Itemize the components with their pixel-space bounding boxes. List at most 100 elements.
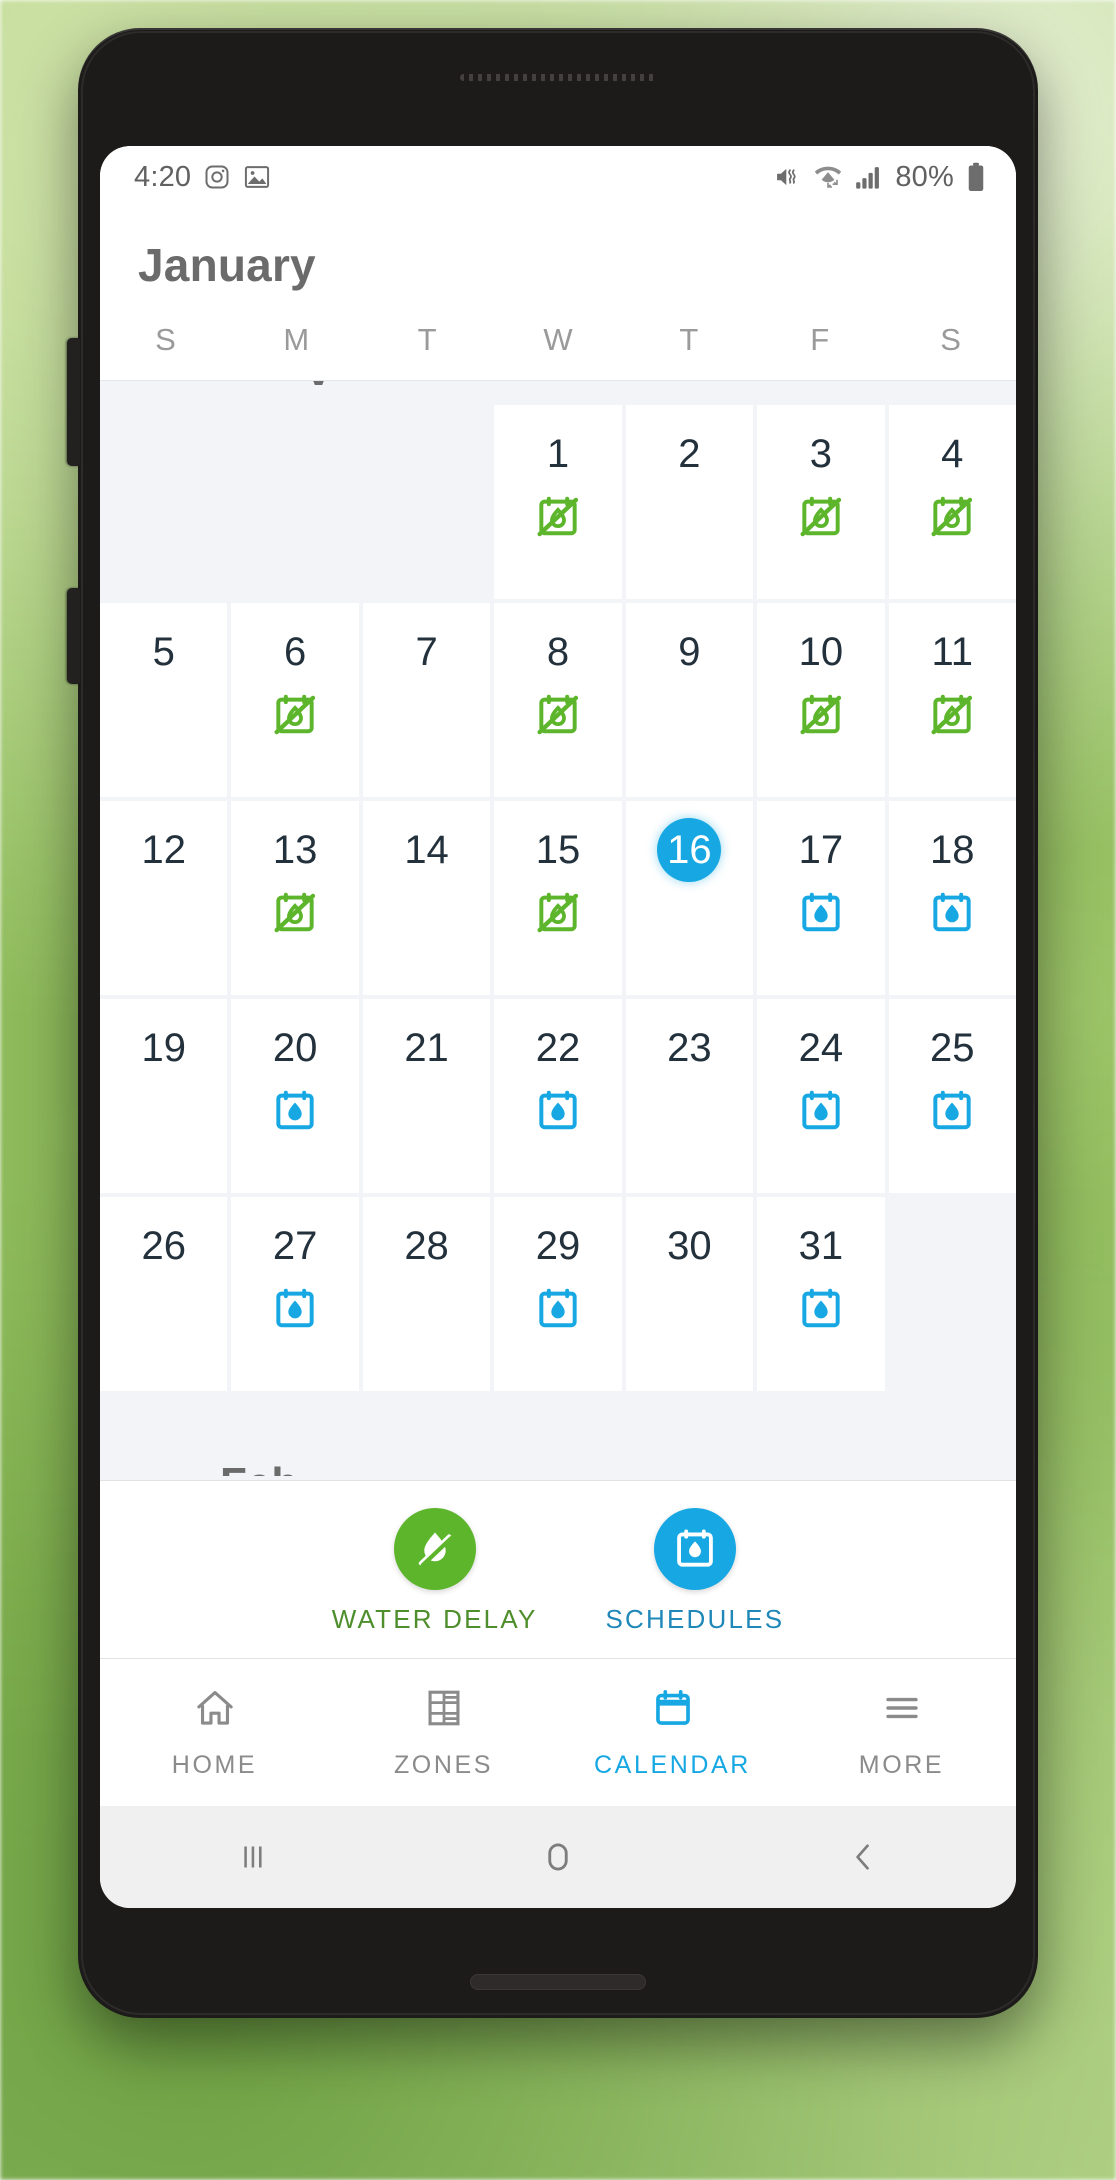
schedule-icon <box>270 1085 320 1137</box>
nav-item-calendar[interactable]: CALENDAR <box>558 1686 787 1780</box>
weekday-label-0: S <box>155 322 176 357</box>
volume-button[interactable] <box>67 338 80 466</box>
calendar-day-cell[interactable]: 26 <box>100 1197 228 1391</box>
battery-icon <box>966 162 986 192</box>
instagram-icon <box>203 163 231 191</box>
nav-item-home[interactable]: HOME <box>100 1686 329 1780</box>
calendar-day-cell[interactable]: 18 <box>888 801 1016 995</box>
mute-vibrate-icon <box>773 163 801 191</box>
calendar-day-cell[interactable]: 27 <box>231 1197 359 1391</box>
day-number: 2 <box>678 432 701 476</box>
day-number: 19 <box>141 1026 186 1070</box>
android-system-nav-bar <box>100 1806 1016 1908</box>
schedule-icon <box>796 1283 846 1335</box>
day-number: 4 <box>941 432 964 476</box>
calendar-day-cell[interactable]: 21 <box>362 999 491 1193</box>
calendar-day-cell[interactable]: 7 <box>362 603 491 797</box>
day-number: 24 <box>798 1026 844 1070</box>
day-number: 7 <box>415 630 438 674</box>
home-circle-icon[interactable] <box>539 1838 577 1876</box>
legend-item-schedules[interactable]: SCHEDULES <box>606 1508 785 1635</box>
calendar-day-cell[interactable]: 10 <box>757 603 885 797</box>
water-delay-icon <box>270 689 320 741</box>
calendar-day-cell[interactable]: 24 <box>757 999 885 1193</box>
day-number: 22 <box>535 1026 581 1070</box>
water-delay-icon <box>796 491 846 543</box>
home-icon <box>193 1686 237 1735</box>
calendar-day-cell[interactable]: 22 <box>494 999 622 1193</box>
day-number: 23 <box>667 1026 712 1070</box>
calendar-empty-cell <box>888 1197 1016 1391</box>
calendar-day-cell[interactable]: 13 <box>231 801 359 995</box>
calendar-day-cell[interactable]: 16 <box>625 801 754 995</box>
calendar-day-cell[interactable]: 20 <box>231 999 359 1193</box>
schedule-icon <box>270 1283 320 1335</box>
calendar-day-cell[interactable]: 30 <box>625 1197 754 1391</box>
legend-item-water-delay[interactable]: WATER DELAY <box>332 1508 538 1635</box>
schedule-icon <box>927 887 977 939</box>
day-number: 20 <box>272 1026 318 1070</box>
hamburger-menu-icon <box>880 1686 924 1735</box>
calendar-legend: WATER DELAY SCHEDULES <box>100 1480 1016 1658</box>
selected-day-number: 16 <box>657 818 722 882</box>
calendar-day-cell[interactable]: 31 <box>757 1197 885 1391</box>
calendar-day-cell[interactable]: 5 <box>100 603 228 797</box>
calendar-day-cell[interactable]: 29 <box>494 1197 622 1391</box>
calendar-grid: 1 23 4 56 78 9 10 11 12 13 14 15 16 17 1… <box>100 405 1016 1395</box>
power-button[interactable] <box>67 588 80 684</box>
next-month-peek-label: Feb <box>220 1462 298 1476</box>
calendar-day-cell[interactable]: 19 <box>100 999 228 1193</box>
weekday-label-1: M <box>283 322 310 357</box>
day-number: 6 <box>284 630 307 674</box>
nav-label: CALENDAR <box>594 1750 751 1779</box>
calendar-day-cell[interactable]: 9 <box>625 603 754 797</box>
back-chevron-icon[interactable] <box>845 1839 881 1875</box>
calendar-day-cell[interactable]: 28 <box>362 1197 491 1391</box>
wifi-icon <box>813 163 843 191</box>
recents-icon[interactable] <box>235 1839 271 1875</box>
day-number: 14 <box>404 828 449 872</box>
calendar-empty-cell <box>100 405 228 599</box>
day-number: 31 <box>798 1224 844 1268</box>
signal-bars-icon <box>855 164 883 190</box>
calendar-day-cell[interactable]: 14 <box>362 801 491 995</box>
calendar-day-cell[interactable]: 17 <box>757 801 885 995</box>
calendar-day-cell[interactable]: 15 <box>494 801 622 995</box>
calendar-scroll-area[interactable]: y 1 23 4 56 78 910 11 1213 <box>100 380 1016 1480</box>
status-bar-left: 4:20 <box>134 161 271 194</box>
day-number: 29 <box>535 1224 581 1268</box>
water-delay-icon <box>927 491 977 543</box>
day-number: 27 <box>272 1224 318 1268</box>
calendar-day-cell[interactable]: 2 <box>625 405 754 599</box>
nav-item-zones[interactable]: ZONES <box>329 1686 558 1780</box>
calendar-day-cell[interactable]: 8 <box>494 603 622 797</box>
day-number: 9 <box>678 630 701 674</box>
app-header: January <box>100 208 1016 288</box>
calendar-day-cell[interactable]: 4 <box>888 405 1016 599</box>
nav-label: ZONES <box>393 1750 494 1779</box>
bottom-speaker-grille <box>470 1974 646 1990</box>
phone-device: 4:20 80% January S M T W T F S 1 2 3 4 5… <box>67 28 1038 2018</box>
day-number: 10 <box>798 630 844 674</box>
day-number: 18 <box>930 828 975 872</box>
calendar-day-cell[interactable]: 23 <box>625 999 754 1193</box>
calendar-day-cell[interactable]: 3 <box>757 405 885 599</box>
day-number: 5 <box>152 630 175 674</box>
schedule-icon <box>796 887 846 939</box>
calendar-day-cell[interactable]: 11 <box>888 603 1016 797</box>
weekday-label-2: T <box>417 322 437 357</box>
weekday-header-row: SMTWTFS <box>100 288 1016 380</box>
calendar-day-cell[interactable]: 6 <box>231 603 359 797</box>
calendar-empty-cell <box>231 405 359 599</box>
schedule-icon <box>533 1283 583 1335</box>
water-delay-icon <box>796 689 846 741</box>
day-number: 8 <box>546 630 570 674</box>
nav-item-more[interactable]: MORE <box>787 1686 1016 1780</box>
calendar-day-cell[interactable]: 25 <box>888 999 1016 1193</box>
nav-label: HOME <box>171 1750 258 1779</box>
calendar-day-cell[interactable]: 12 <box>100 801 228 995</box>
weekday-label-4: T <box>679 322 699 357</box>
day-number: 21 <box>404 1026 449 1070</box>
weekday-label-6: S <box>940 322 961 357</box>
calendar-day-cell[interactable]: 1 <box>494 405 622 599</box>
